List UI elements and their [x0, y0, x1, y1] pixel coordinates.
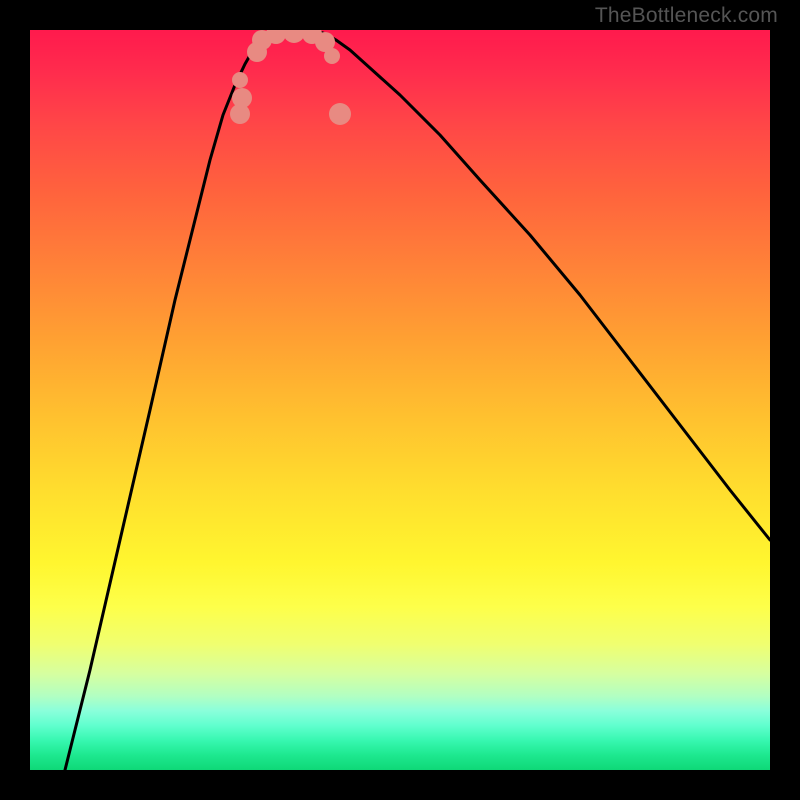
chart-frame: TheBottleneck.com [0, 0, 800, 800]
data-markers [230, 30, 351, 125]
data-point [232, 88, 252, 108]
curve-layer [30, 30, 770, 770]
plot-area [30, 30, 770, 770]
data-point [232, 72, 248, 88]
data-point [283, 30, 305, 43]
bottleneck-curve [65, 30, 770, 770]
v-curve [65, 30, 770, 770]
data-point [329, 103, 351, 125]
watermark-text: TheBottleneck.com [595, 4, 778, 28]
data-point [324, 48, 340, 64]
